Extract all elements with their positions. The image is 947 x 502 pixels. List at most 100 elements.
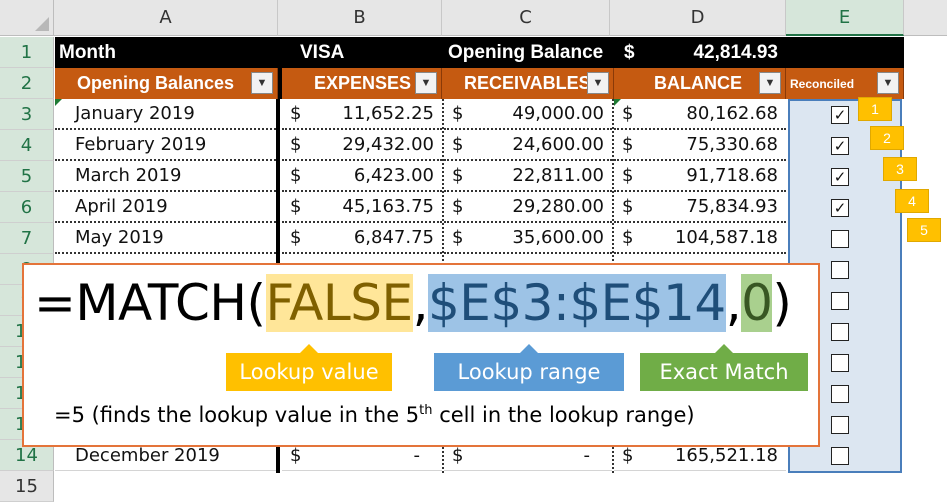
balance-cell[interactable]: $91,718.68 [614, 161, 786, 192]
formula-lookup-range: $E$3:$E$14 [427, 274, 726, 332]
cell-c1-opening-label[interactable]: Opening Balance [442, 37, 614, 68]
expenses-cell[interactable]: $6,847.75 [282, 223, 442, 254]
column-header-e[interactable]: E [786, 0, 904, 36]
cell-d1-opening-value[interactable]: $ 42,814.93 [614, 37, 786, 68]
result-text-before: =5 (finds the lookup value in the 5 [54, 403, 420, 427]
balance-cell[interactable]: $75,834.93 [614, 192, 786, 223]
month-cell[interactable]: March 2019 [55, 161, 276, 192]
balance-cell[interactable]: $75,330.68 [614, 130, 786, 161]
formula-suffix: ) [772, 274, 792, 332]
column-header-d[interactable]: D [610, 0, 786, 36]
amount: 49,000.00 [512, 103, 604, 124]
receivables-cell[interactable]: $22,811.00 [444, 161, 612, 192]
receivables-cell[interactable]: $29,280.00 [444, 192, 612, 223]
amount: 11,652.25 [342, 103, 434, 124]
filter-dropdown-icon[interactable]: ▼ [877, 72, 899, 94]
balance-cell[interactable]: $80,162.68 [614, 99, 786, 130]
tag-lookup-value: Lookup value [226, 344, 392, 391]
callout-number-4: 4 [895, 189, 929, 213]
header-balance[interactable]: BALANCE ▼ [614, 68, 786, 99]
amount: 22,811.00 [512, 165, 604, 186]
callout-number-3: 3 [883, 157, 917, 181]
amount: 29,280.00 [512, 196, 604, 217]
cell-b1-account[interactable]: VISA [282, 37, 442, 68]
expenses-cell[interactable]: $29,432.00 [282, 130, 442, 161]
checkbox-checked[interactable]: ✓ [831, 168, 849, 186]
amount: 35,600.00 [512, 227, 604, 248]
currency-symbol: $ [622, 103, 634, 124]
currency-symbol: $ [452, 227, 464, 248]
amount: 91,718.68 [686, 165, 778, 186]
month-cell[interactable]: April 2019 [55, 192, 276, 223]
receivables-cell[interactable]: $35,600.00 [444, 223, 612, 254]
filter-dropdown-icon[interactable]: ▼ [759, 72, 781, 94]
currency-symbol: $ [624, 41, 635, 63]
checkbox-unchecked[interactable] [831, 416, 849, 434]
row-header-3[interactable]: 3 [0, 99, 54, 130]
checkbox-unchecked[interactable] [831, 230, 849, 248]
callout-number-2: 2 [870, 126, 904, 150]
formula-comma: , [412, 274, 429, 332]
filter-dropdown-icon[interactable]: ▼ [587, 72, 609, 94]
error-indicator-icon[interactable] [55, 99, 62, 106]
header-expenses[interactable]: EXPENSES ▼ [282, 68, 442, 99]
currency-symbol: $ [622, 134, 634, 155]
formula-comma: , [725, 274, 742, 332]
cell-e1[interactable] [786, 37, 904, 68]
balance-cell[interactable]: $104,587.18 [614, 223, 786, 254]
amount: 29,432.00 [342, 134, 434, 155]
currency-symbol: $ [622, 227, 634, 248]
checkbox-unchecked[interactable] [831, 261, 849, 279]
currency-symbol: $ [290, 444, 302, 466]
expenses-cell[interactable]: $45,163.75 [282, 192, 442, 223]
checkbox-unchecked[interactable] [831, 354, 849, 372]
formula-explanation-panel: =MATCH(FALSE,$E$3:$E$14,0) Lookup value … [22, 263, 820, 447]
expenses-cell[interactable]: $11,652.25 [282, 99, 442, 130]
receivables-cell[interactable]: $24,600.00 [444, 130, 612, 161]
amount: - [413, 444, 421, 466]
formula-match-type: 0 [741, 274, 773, 332]
header-reconciled[interactable]: Reconciled ▼ [786, 68, 904, 99]
column-header-c[interactable]: C [442, 0, 610, 36]
column-header-a[interactable]: A [54, 0, 278, 36]
checkbox-unchecked[interactable] [831, 292, 849, 310]
tag-exact-match: Exact Match [640, 344, 808, 391]
checkbox-checked[interactable]: ✓ [831, 137, 849, 155]
receivables-cell[interactable]: $49,000.00 [444, 99, 612, 130]
month-cell[interactable]: January 2019 [55, 99, 276, 130]
row-header-7[interactable]: 7 [0, 223, 54, 254]
filter-dropdown-icon[interactable]: ▼ [415, 72, 437, 94]
checkbox-unchecked[interactable] [831, 323, 849, 341]
filter-dropdown-icon[interactable]: ▼ [251, 72, 273, 94]
row-header-1[interactable]: 1 [0, 37, 54, 68]
header-label: BALANCE [654, 73, 742, 93]
header-label: Opening Balances [77, 73, 235, 93]
currency-symbol: $ [622, 165, 634, 186]
checkbox-checked[interactable]: ✓ [831, 106, 849, 124]
row-header-6[interactable]: 6 [0, 192, 54, 223]
expenses-cell[interactable]: $6,423.00 [282, 161, 442, 192]
row-header-15[interactable]: 15 [0, 471, 54, 502]
formula-lookup-value: FALSE [265, 274, 413, 332]
amount: 80,162.68 [686, 103, 778, 124]
month-cell[interactable]: May 2019 [55, 223, 276, 254]
checkbox-unchecked[interactable] [831, 447, 849, 465]
currency-symbol: $ [452, 165, 464, 186]
column-header-b[interactable]: B [278, 0, 442, 36]
amount: 75,834.93 [686, 196, 778, 217]
header-label: EXPENSES [314, 73, 412, 93]
row-header-4[interactable]: 4 [0, 130, 54, 161]
select-all-corner[interactable] [0, 0, 54, 36]
amount: 104,587.18 [674, 227, 778, 248]
header-opening-balances[interactable]: Opening Balances ▼ [55, 68, 278, 99]
header-receivables[interactable]: RECEIVABLES ▼ [442, 68, 614, 99]
checkbox-unchecked[interactable] [831, 385, 849, 403]
row-header-5[interactable]: 5 [0, 161, 54, 192]
formula-prefix: =MATCH( [34, 274, 266, 332]
error-indicator-icon[interactable] [614, 99, 621, 106]
row-header-2[interactable]: 2 [0, 68, 54, 99]
cell-a1-month-label[interactable]: Month [55, 37, 278, 68]
checkbox-checked[interactable]: ✓ [831, 199, 849, 217]
month-cell[interactable]: February 2019 [55, 130, 276, 161]
callout-number-1: 1 [858, 97, 892, 121]
